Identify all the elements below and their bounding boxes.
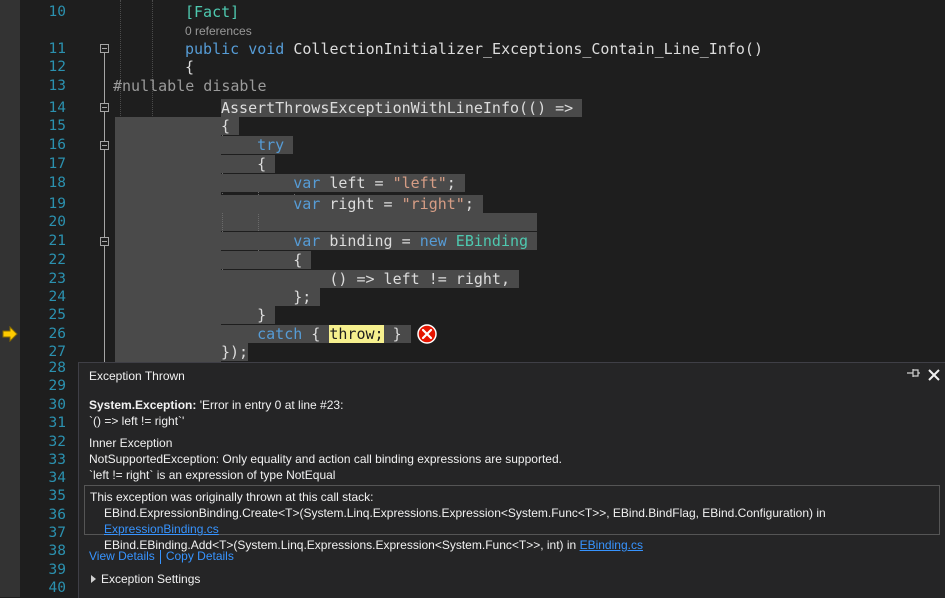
source-link[interactable]: EBinding.cs [580, 538, 643, 552]
exception-title: Exception Thrown [89, 369, 185, 383]
line-number: 16 [48, 137, 66, 153]
line-number: 40 [48, 580, 66, 596]
code-line-13[interactable]: #nullable disable [113, 77, 267, 95]
exception-actions: View Details Copy Details [89, 549, 234, 564]
exception-settings-toggle[interactable]: Exception Settings [91, 572, 200, 586]
code-line-21[interactable]: var binding = new EBinding [221, 232, 538, 250]
selection-highlight [115, 117, 221, 362]
line-number: 18 [48, 175, 66, 191]
code-line-22[interactable]: { [221, 251, 312, 269]
line-number: 12 [48, 59, 66, 75]
line-number: 36 [48, 507, 66, 523]
line-number: 21 [48, 233, 66, 249]
code-line-17[interactable]: { [221, 155, 276, 173]
expand-triangle-icon [91, 575, 96, 583]
code-line-16[interactable]: try [221, 136, 294, 154]
indicator-margin[interactable] [0, 0, 20, 597]
source-link[interactable]: ExpressionBinding.cs [104, 522, 219, 536]
exception-details: System.Exception: 'Error in entry 0 at l… [89, 397, 929, 483]
codelens-references[interactable]: 0 references [185, 24, 252, 38]
code-line-23[interactable]: () => left != right, [221, 270, 520, 288]
code-line-19[interactable]: var right = "right"; [221, 195, 483, 213]
execution-pointer-icon [2, 326, 18, 342]
line-number: 14 [48, 100, 66, 116]
outline-line [104, 112, 105, 141]
code-line-27[interactable]: }); [221, 343, 249, 361]
collapse-icon[interactable] [100, 141, 109, 150]
line-number: 17 [48, 156, 66, 172]
inner-exception-detail: `left != right` is an expression of type… [89, 468, 336, 482]
error-icon[interactable] [417, 324, 437, 344]
line-number: 30 [48, 397, 66, 413]
line-number: 19 [48, 196, 66, 212]
line-number: 24 [48, 289, 66, 305]
line-number: 26 [48, 326, 66, 342]
close-icon[interactable] [927, 364, 941, 387]
separator [159, 549, 161, 564]
line-number: 29 [48, 378, 66, 394]
exception-settings-label: Exception Settings [101, 572, 201, 586]
exception-message-line-2: `() => left != right`' [89, 414, 185, 428]
view-details-link[interactable]: View Details [89, 549, 155, 563]
line-number: 22 [48, 252, 66, 268]
code-line-10[interactable]: [Fact] [185, 3, 239, 21]
line-number: 13 [48, 78, 66, 94]
pin-icon[interactable] [907, 367, 921, 381]
copy-details-link[interactable]: Copy Details [166, 549, 234, 563]
line-number: 28 [48, 360, 66, 376]
line-number: 33 [48, 452, 66, 468]
current-statement: throw; [329, 325, 384, 343]
line-number: 20 [48, 214, 66, 230]
line-number: 10 [48, 4, 66, 20]
outline-line [104, 53, 105, 103]
exception-helper-popup: Exception Thrown System.Exception: 'Erro… [78, 362, 945, 598]
code-line-12[interactable]: { [185, 58, 194, 76]
line-number: 11 [48, 41, 66, 57]
collapse-icon[interactable] [100, 103, 109, 112]
selection-highlight [123, 213, 537, 231]
call-stack-heading: This exception was originally thrown at … [90, 490, 374, 504]
line-number: 31 [48, 415, 66, 431]
call-stack-box: This exception was originally thrown at … [84, 485, 940, 552]
outline-line [104, 246, 105, 362]
code-line-15[interactable]: { [221, 117, 240, 135]
line-number: 25 [48, 307, 66, 323]
code-line-24[interactable]: }; [221, 288, 321, 306]
code-line-26[interactable]: catch { throw; } [221, 325, 411, 343]
line-number: 15 [48, 118, 66, 134]
code-line-11[interactable]: public void CollectionInitializer_Except… [185, 40, 763, 58]
code-line-25[interactable]: } [221, 306, 276, 324]
line-number: 39 [48, 562, 66, 578]
inner-exception-message: NotSupportedException: Only equality and… [89, 452, 562, 466]
collapse-icon[interactable] [100, 237, 109, 246]
code-line-14[interactable]: AssertThrowsExceptionWithLineInfo(() => [221, 99, 583, 117]
line-number: 35 [48, 488, 66, 504]
line-number: 38 [48, 543, 66, 559]
line-number: 34 [48, 470, 66, 486]
line-number: 32 [48, 434, 66, 450]
exception-message: 'Error in entry 0 at line #23: [196, 398, 344, 412]
call-stack-frame: EBind.ExpressionBinding.Create<T>(System… [104, 506, 826, 536]
outline-line [104, 150, 105, 237]
line-number: 23 [48, 271, 66, 287]
inner-exception-heading: Inner Exception [89, 436, 173, 450]
code-line-18[interactable]: var left = "left"; [221, 174, 465, 192]
collapse-icon[interactable] [100, 44, 109, 53]
exception-type: System.Exception: [89, 398, 197, 412]
line-number: 37 [48, 525, 66, 541]
